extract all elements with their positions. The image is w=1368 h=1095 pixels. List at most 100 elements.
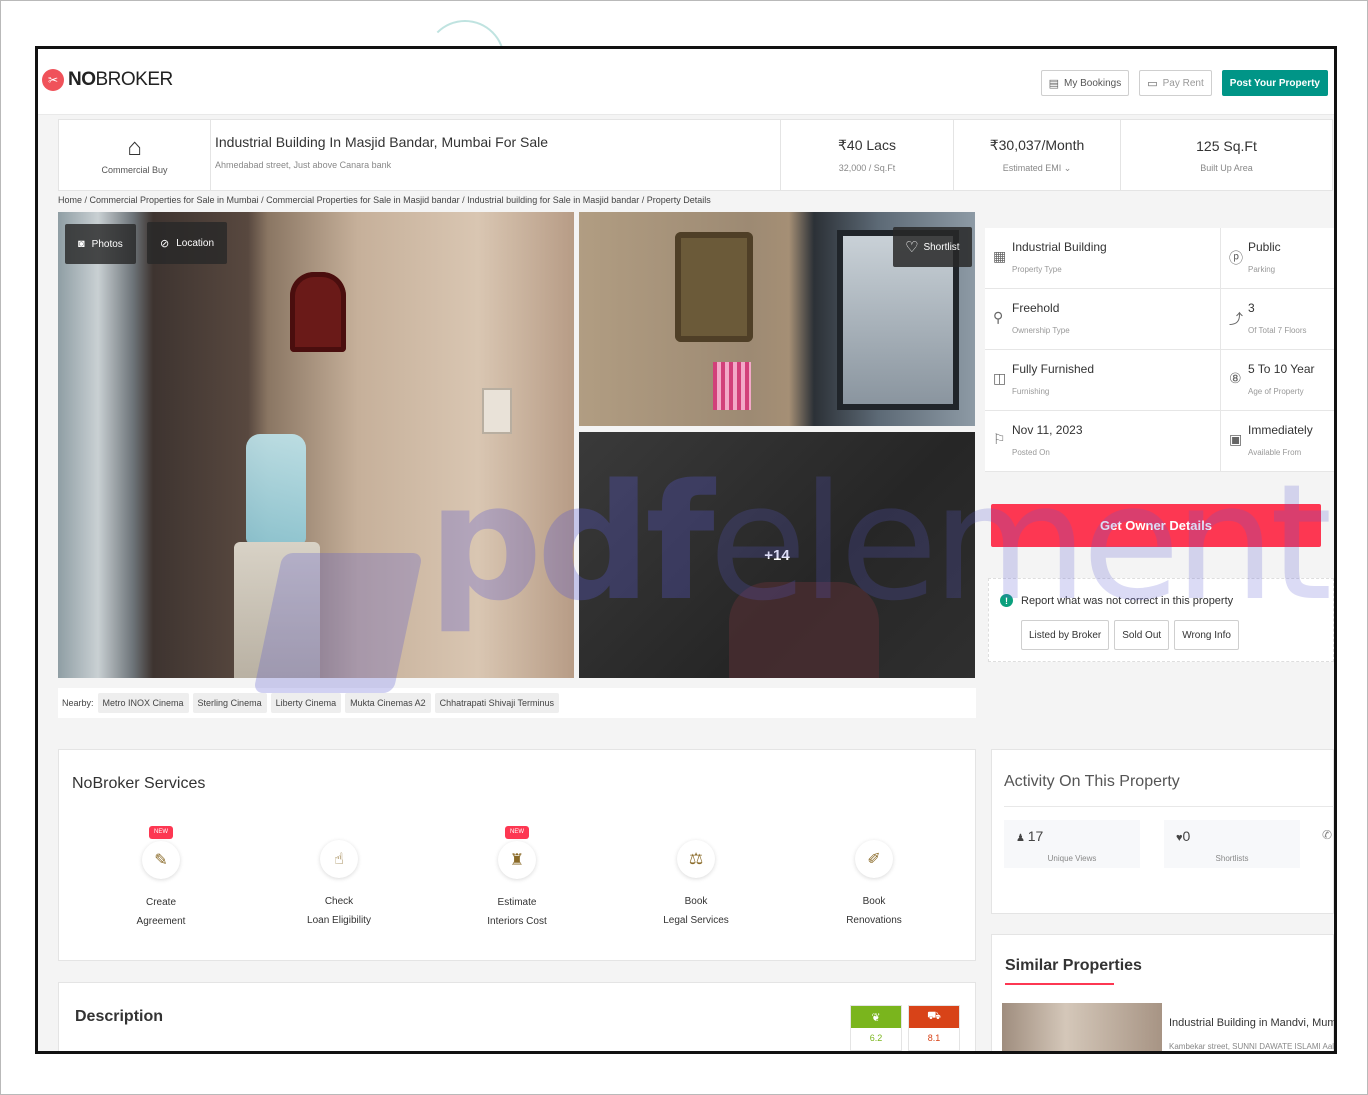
detail-property-type: ▦ Industrial Building Property Type <box>985 228 1221 289</box>
shortlist-button[interactable]: ♡ Shortlist <box>893 227 972 267</box>
interiors-icon: ♜ <box>498 841 536 879</box>
nearby-label: Nearby: <box>62 698 94 708</box>
breadcrumb[interactable]: Home / Commercial Properties for Sale in… <box>58 195 711 205</box>
service-renovations[interactable]: ✐ Book Renovations <box>809 820 939 926</box>
service-line2: Agreement <box>136 916 186 927</box>
shop-icon: ⌂ <box>127 133 142 161</box>
detail-label: Available From <box>1248 448 1302 457</box>
detail-label: Age of Property <box>1248 387 1304 396</box>
detail-floor: ⤴ 3 Of Total 7 Floors <box>1221 289 1334 350</box>
location-label: Location <box>176 237 215 249</box>
report-wrong-info-button[interactable]: Wrong Info <box>1174 620 1239 650</box>
unique-views-value: ♟ 17 <box>1016 828 1043 844</box>
commute-score[interactable]: ⛟ 8.1 <box>908 1005 960 1051</box>
unique-views-label: Unique Views <box>1047 854 1097 863</box>
unique-views-number: 17 <box>1027 828 1044 844</box>
calendar-icon: ▣ <box>1229 431 1243 447</box>
transit-score-value: 6.2 <box>869 1033 883 1043</box>
get-owner-details-button[interactable]: Get Owner Details <box>991 504 1321 547</box>
photo-switchboard-shape <box>482 388 512 434</box>
title-cell: Industrial Building In Masjid Bandar, Mu… <box>211 120 781 190</box>
report-title-text: Report what was not correct in this prop… <box>1021 594 1234 607</box>
service-loan-eligibility[interactable]: ☝ Check Loan Eligibility <box>274 820 404 926</box>
nearby-chip[interactable]: Chhatrapati Shivaji Terminus <box>434 693 560 713</box>
detail-posted-on: ⚐ Nov 11, 2023 Posted On <box>985 411 1221 472</box>
location-button[interactable]: ⊘ Location <box>147 222 228 264</box>
nearby-chip[interactable]: Sterling Cinema <box>192 693 267 713</box>
service-line1: Book <box>684 896 708 907</box>
renovation-icon: ✐ <box>855 840 893 878</box>
loan-icon: ☝ <box>320 840 358 878</box>
shortlists-value: ♥0 <box>1176 828 1190 844</box>
photo-thumbnail-2[interactable]: +14 <box>579 432 975 678</box>
flag-icon: ⚐ <box>993 431 1006 447</box>
new-badge: NEW <box>505 826 529 839</box>
detail-label: Furnishing <box>1012 387 1050 396</box>
pay-rent-label: Pay Rent <box>1162 77 1204 89</box>
emi-value: ₹30,037/Month <box>989 136 1085 153</box>
activity-divider <box>1004 806 1334 807</box>
post-property-button[interactable]: Post Your Property <box>1221 70 1328 96</box>
detail-value: Immediately <box>1248 423 1313 437</box>
heart-icon: ♡ <box>905 239 919 256</box>
transit-score[interactable]: ❦ 6.2 <box>850 1005 902 1051</box>
more-photos-count[interactable]: +14 <box>579 432 975 678</box>
similar-property-address: Kambekar street, SUNNI DAWATE ISLAMI Aal… <box>1169 1042 1335 1051</box>
unique-views-card: ♟ 17 Unique Views <box>1004 820 1140 868</box>
similar-properties-panel: Similar Properties Industrial Building i… <box>991 934 1335 1051</box>
nearby-chip[interactable]: Metro INOX Cinema <box>97 693 189 713</box>
nearby-chip[interactable]: Mukta Cinemas A2 <box>345 693 431 713</box>
info-icon: ! <box>1000 594 1013 607</box>
new-badge: NEW <box>149 826 173 839</box>
post-property-label: Post Your Property <box>1229 77 1320 89</box>
similar-property-title[interactable]: Industrial Building in Mandvi, Mumbai f <box>1169 1017 1334 1029</box>
photo-cloth-shape <box>713 362 751 410</box>
my-bookings-button[interactable]: ▤ My Bookings <box>1040 70 1130 96</box>
price-cell: ₹40 Lacs 32,000 / Sq.Ft <box>781 120 954 190</box>
service-line1: Estimate <box>497 897 537 908</box>
camera-icon: ◙ <box>78 238 85 250</box>
stairs-icon: ⤴ <box>1229 311 1243 327</box>
pay-rent-button[interactable]: ▭ Pay Rent <box>1139 70 1212 96</box>
logo-text: NOBROKER <box>68 69 173 90</box>
listing-summary: ⌂ Commercial Buy Industrial Building In … <box>58 119 1333 191</box>
detail-label: Ownership Type <box>1012 326 1070 335</box>
area-cell: 125 Sq.Ft Built Up Area <box>1121 120 1332 190</box>
detail-label: Of Total 7 Floors <box>1248 326 1307 335</box>
emi-cell[interactable]: ₹30,037/Month Estimated EMI ⌄ <box>954 120 1121 190</box>
key-icon: ⚲ <box>993 309 1004 325</box>
main-photo[interactable]: ◙ Photos ⊘ Location <box>58 212 574 678</box>
photo-dispenser-shape <box>234 542 320 678</box>
detail-value: Nov 11, 2023 <box>1012 423 1083 437</box>
phone-icon: ✆ <box>1322 828 1333 842</box>
detail-value: 3 <box>1248 301 1255 315</box>
similar-title-underline <box>1005 983 1114 985</box>
service-legal[interactable]: ⚖ Book Legal Services <box>631 820 761 926</box>
detail-furnishing: ◫ Fully Furnished Furnishing <box>985 350 1221 411</box>
service-create-agreement[interactable]: NEW ✎ Create Agreement <box>96 820 226 927</box>
site-header: ✂ NOBROKER ▤ My Bookings ▭ Pay Rent Post… <box>38 49 1334 115</box>
emi-label[interactable]: Estimated EMI ⌄ <box>1003 163 1072 174</box>
report-sold-out-button[interactable]: Sold Out <box>1114 620 1170 650</box>
detail-label: Property Type <box>1012 265 1062 274</box>
card-icon: ▭ <box>1147 77 1158 90</box>
activity-panel: Activity On This Property ♟ 17 Unique Vi… <box>991 749 1334 914</box>
photo-plaque-shape <box>675 232 753 342</box>
service-interiors-cost[interactable]: NEW ♜ Estimate Interiors Cost <box>452 820 582 927</box>
parking-icon: ⓟ <box>1229 250 1243 266</box>
photos-label: Photos <box>91 238 123 250</box>
detail-ownership: ⚲ Freehold Ownership Type <box>985 289 1221 350</box>
similar-title: Similar Properties <box>1005 957 1142 974</box>
detail-label: Parking <box>1248 265 1276 274</box>
nearby-chip[interactable]: Liberty Cinema <box>270 693 342 713</box>
photos-button[interactable]: ◙ Photos <box>65 224 136 264</box>
service-line1: Book <box>862 896 886 907</box>
price-per-sqft: 32,000 / Sq.Ft <box>838 163 896 173</box>
report-listed-by-broker-button[interactable]: Listed by Broker <box>1021 620 1110 650</box>
similar-property-thumbnail[interactable] <box>1002 1003 1162 1051</box>
nobroker-logo[interactable]: ✂ NOBROKER <box>42 69 173 91</box>
badge-spacer <box>334 820 344 833</box>
shortlist-label: Shortlist <box>923 241 960 253</box>
detail-label: Posted On <box>1012 448 1050 457</box>
detail-age: ⑧ 5 To 10 Year Age of Property <box>1221 350 1334 411</box>
